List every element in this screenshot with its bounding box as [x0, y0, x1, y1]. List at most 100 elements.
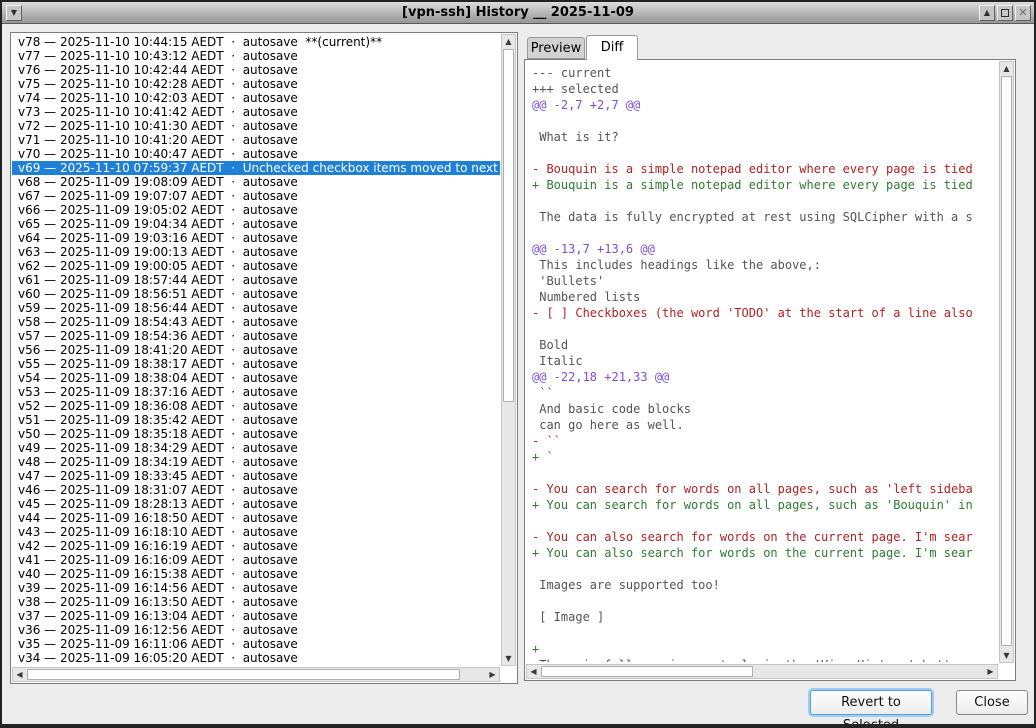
diff-vscroll-thumb[interactable]: [1001, 76, 1012, 646]
history-window: ▼ [vpn-ssh] History __ 2025-11-09 ▲ ✕ v7…: [0, 0, 1036, 728]
titlebar[interactable]: ▼ [vpn-ssh] History __ 2025-11-09 ▲ ✕: [2, 2, 1034, 24]
list-item[interactable]: v65 — 2025-11-09 19:04:34 AEDT · autosav…: [12, 217, 500, 231]
list-item[interactable]: v39 — 2025-11-09 16:14:56 AEDT · autosav…: [12, 581, 500, 595]
scroll-left-icon[interactable]: ◀: [527, 665, 540, 678]
list-item[interactable]: v63 — 2025-11-09 19:00:13 AEDT · autosav…: [12, 245, 500, 259]
list-item[interactable]: v74 — 2025-11-10 10:42:03 AEDT · autosav…: [12, 91, 500, 105]
diff-line: + `: [532, 449, 998, 465]
diff-horizontal-scrollbar[interactable]: ◀ ▶: [526, 664, 998, 679]
list-item[interactable]: v40 — 2025-11-09 16:15:38 AEDT · autosav…: [12, 567, 500, 581]
diff-line: + Bouquin is a simple notepad editor whe…: [532, 177, 998, 193]
diff-line: - [ ] Checkboxes (the word 'TODO' at the…: [532, 305, 998, 321]
list-item[interactable]: v50 — 2025-11-09 18:35:18 AEDT · autosav…: [12, 427, 500, 441]
list-item[interactable]: v46 — 2025-11-09 18:31:07 AEDT · autosav…: [12, 483, 500, 497]
diff-line: [532, 113, 998, 129]
list-item[interactable]: v61 — 2025-11-09 18:57:44 AEDT · autosav…: [12, 273, 500, 287]
list-item[interactable]: v77 — 2025-11-10 10:43:12 AEDT · autosav…: [12, 49, 500, 63]
diff-line: There is full version control via the 'V…: [532, 657, 998, 662]
history-hscroll-thumb[interactable]: [27, 669, 460, 680]
shade-button[interactable]: ▲: [979, 5, 995, 21]
list-item[interactable]: v47 — 2025-11-09 18:33:45 AEDT · autosav…: [12, 469, 500, 483]
list-item[interactable]: v75 — 2025-11-10 10:42:28 AEDT · autosav…: [12, 77, 500, 91]
diff-line: + You can also search for words on the c…: [532, 545, 998, 561]
scroll-up-icon[interactable]: ▲: [502, 35, 515, 48]
diff-line: This includes headings like the above,:: [532, 257, 998, 273]
history-vscroll-thumb[interactable]: [503, 49, 514, 402]
diff-line: [532, 513, 998, 529]
list-item[interactable]: v51 — 2025-11-09 18:35:42 AEDT · autosav…: [12, 413, 500, 427]
tab-preview[interactable]: Preview: [527, 37, 585, 59]
list-item[interactable]: v72 — 2025-11-10 10:41:30 AEDT · autosav…: [12, 119, 500, 133]
list-item[interactable]: v57 — 2025-11-09 18:54:36 AEDT · autosav…: [12, 329, 500, 343]
list-item[interactable]: v64 — 2025-11-09 19:03:16 AEDT · autosav…: [12, 231, 500, 245]
list-item[interactable]: v68 — 2025-11-09 19:08:09 AEDT · autosav…: [12, 175, 500, 189]
diff-line: - You can also search for words on the c…: [532, 529, 998, 545]
maximize-button[interactable]: [997, 5, 1013, 21]
diff-line: +: [532, 641, 998, 657]
diff-line: can go here as well.: [532, 417, 998, 433]
shade-icon: ▲: [984, 8, 990, 17]
diff-line: @@ -13,7 +13,6 @@: [532, 241, 998, 257]
list-item[interactable]: v45 — 2025-11-09 18:28:13 AEDT · autosav…: [12, 497, 500, 511]
maximize-icon: [1001, 9, 1009, 17]
list-item[interactable]: v69 — 2025-11-10 07:59:37 AEDT · Uncheck…: [12, 161, 500, 175]
list-item[interactable]: v41 — 2025-11-09 16:16:09 AEDT · autosav…: [12, 553, 500, 567]
list-item[interactable]: v35 — 2025-11-09 16:11:06 AEDT · autosav…: [12, 637, 500, 651]
list-item[interactable]: v53 — 2025-11-09 18:37:16 AEDT · autosav…: [12, 385, 500, 399]
diff-hscroll-thumb[interactable]: [541, 666, 753, 677]
list-item[interactable]: v38 — 2025-11-09 16:13:50 AEDT · autosav…: [12, 595, 500, 609]
list-item[interactable]: v78 — 2025-11-10 10:44:15 AEDT · autosav…: [12, 35, 500, 49]
list-item[interactable]: v70 — 2025-11-10 10:40:47 AEDT · autosav…: [12, 147, 500, 161]
scroll-left-icon[interactable]: ◀: [13, 668, 26, 681]
list-item[interactable]: v44 — 2025-11-09 16:18:50 AEDT · autosav…: [12, 511, 500, 525]
scroll-down-icon[interactable]: ▼: [1000, 649, 1013, 662]
list-item[interactable]: v54 — 2025-11-09 18:38:04 AEDT · autosav…: [12, 371, 500, 385]
diff-line: [ Image ]: [532, 609, 998, 625]
list-item[interactable]: v76 — 2025-11-10 10:42:44 AEDT · autosav…: [12, 63, 500, 77]
list-item[interactable]: v36 — 2025-11-09 16:12:56 AEDT · autosav…: [12, 623, 500, 637]
diff-line: [532, 625, 998, 641]
list-item[interactable]: v49 — 2025-11-09 18:34:29 AEDT · autosav…: [12, 441, 500, 455]
scroll-right-icon[interactable]: ▶: [984, 665, 997, 678]
list-item[interactable]: v52 — 2025-11-09 18:36:08 AEDT · autosav…: [12, 399, 500, 413]
list-item[interactable]: v48 — 2025-11-09 18:34:19 AEDT · autosav…: [12, 455, 500, 469]
diff-line: Images are supported too!: [532, 577, 998, 593]
list-item[interactable]: v37 — 2025-11-09 16:13:04 AEDT · autosav…: [12, 609, 500, 623]
list-item[interactable]: v62 — 2025-11-09 19:00:05 AEDT · autosav…: [12, 259, 500, 273]
list-item[interactable]: v60 — 2025-11-09 18:56:51 AEDT · autosav…: [12, 287, 500, 301]
scroll-down-icon[interactable]: ▼: [502, 652, 515, 665]
revert-to-selected-button[interactable]: Revert to Selected: [810, 690, 932, 715]
list-item[interactable]: v59 — 2025-11-09 18:56:44 AEDT · autosav…: [12, 301, 500, 315]
list-item[interactable]: v67 — 2025-11-09 19:07:07 AEDT · autosav…: [12, 189, 500, 203]
diff-line: What is it?: [532, 129, 998, 145]
list-item[interactable]: v66 — 2025-11-09 19:05:02 AEDT · autosav…: [12, 203, 500, 217]
diff-panel: --- current+++ selected@@ -2,7 +2,7 @@ W…: [524, 59, 1016, 681]
diff-line: [532, 225, 998, 241]
list-item[interactable]: v71 — 2025-11-10 10:41:20 AEDT · autosav…: [12, 133, 500, 147]
close-dialog-button[interactable]: Close: [956, 690, 1028, 715]
diff-line: [532, 145, 998, 161]
list-item[interactable]: v73 — 2025-11-10 10:41:42 AEDT · autosav…: [12, 105, 500, 119]
list-item[interactable]: v43 — 2025-11-09 16:18:10 AEDT · autosav…: [12, 525, 500, 539]
diff-line: --- current: [532, 65, 998, 81]
list-item[interactable]: v58 — 2025-11-09 18:54:43 AEDT · autosav…: [12, 315, 500, 329]
diff-line: +++ selected: [532, 81, 998, 97]
tab-diff[interactable]: Diff: [586, 35, 638, 60]
scroll-right-icon[interactable]: ▶: [486, 668, 499, 681]
diff-line: Bold: [532, 337, 998, 353]
history-horizontal-scrollbar[interactable]: ◀ ▶: [12, 667, 500, 682]
diff-vertical-scrollbar[interactable]: ▲ ▼: [999, 61, 1014, 663]
close-button[interactable]: ✕: [1015, 5, 1031, 21]
scroll-up-icon[interactable]: ▲: [1000, 62, 1013, 75]
list-item[interactable]: v56 — 2025-11-09 18:41:20 AEDT · autosav…: [12, 343, 500, 357]
window-menu-button[interactable]: ▼: [6, 5, 22, 21]
history-vertical-scrollbar[interactable]: ▲ ▼: [501, 34, 516, 666]
diff-line: Numbered lists: [532, 289, 998, 305]
list-item[interactable]: v55 — 2025-11-09 18:38:17 AEDT · autosav…: [12, 357, 500, 371]
list-item[interactable]: v34 — 2025-11-09 16:05:20 AEDT · autosav…: [12, 651, 500, 665]
diff-line: - You can search for words on all pages,…: [532, 481, 998, 497]
diff-line: [532, 321, 998, 337]
history-list-panel: v78 — 2025-11-10 10:44:15 AEDT · autosav…: [10, 32, 518, 684]
list-item[interactable]: v42 — 2025-11-09 16:16:19 AEDT · autosav…: [12, 539, 500, 553]
diff-line: @@ -2,7 +2,7 @@: [532, 97, 998, 113]
